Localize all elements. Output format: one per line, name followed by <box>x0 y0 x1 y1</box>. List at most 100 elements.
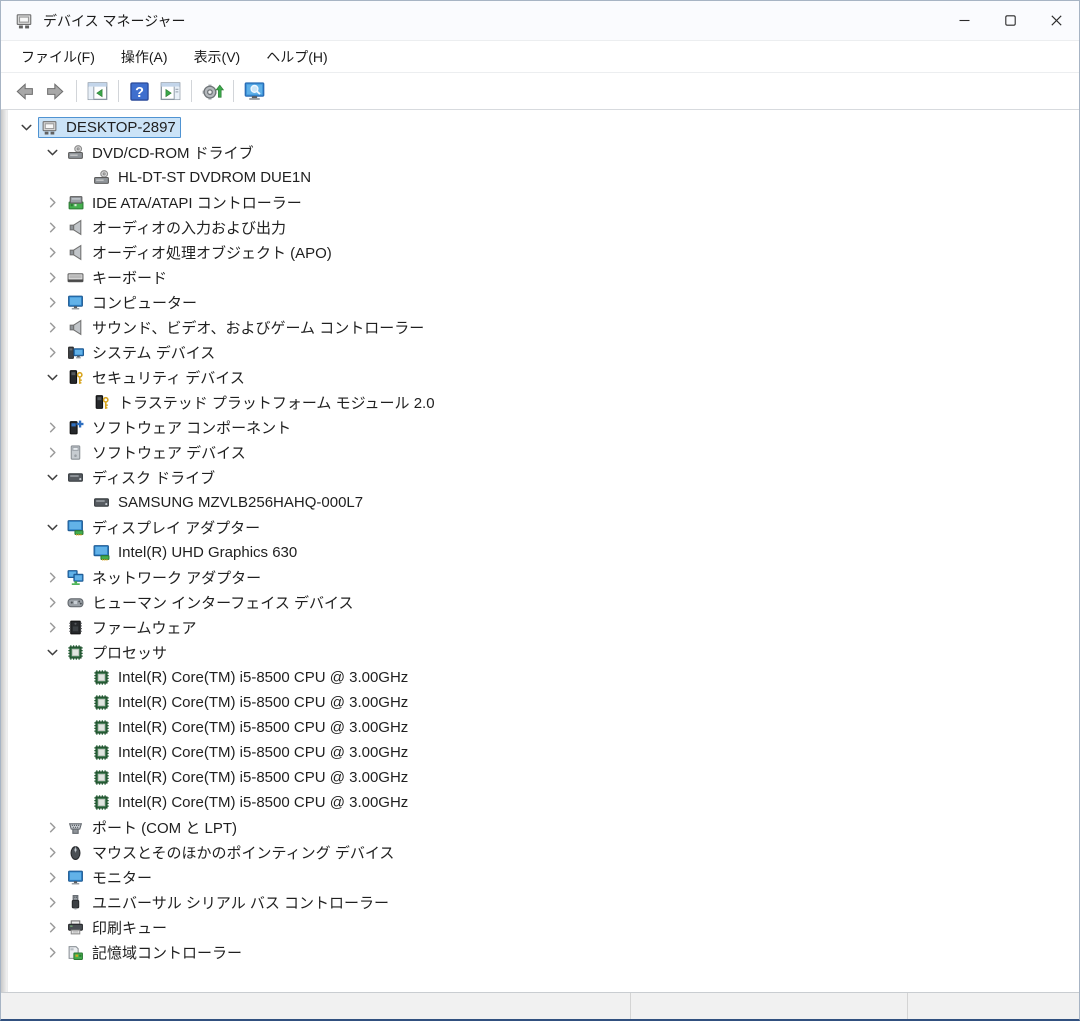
action-pane-toggle-button[interactable] <box>155 78 186 105</box>
tree-item-cpu-2[interactable]: Intel(R) Core(TM) i5-8500 CPU @ 3.00GHz <box>8 690 1079 715</box>
tree-item-label[interactable]: システム デバイス <box>92 342 215 363</box>
tree-item-label[interactable]: ディスク ドライブ <box>92 467 215 488</box>
tree-item-software-devices[interactable]: ソフトウェア デバイス <box>8 440 1079 465</box>
tree-item-dvd-cd-rom-drives[interactable]: DVD/CD-ROM ドライブ <box>8 140 1079 165</box>
tree-item-label[interactable]: ヒューマン インターフェイス デバイス <box>92 592 354 613</box>
chevron-down-icon[interactable] <box>40 645 64 660</box>
menu-view[interactable]: 表示(V) <box>184 42 251 72</box>
tree-item-security-devices[interactable]: セキュリティ デバイス <box>8 365 1079 390</box>
tree-item-mice-pointing-devices[interactable]: マウスとそのほかのポインティング デバイス <box>8 840 1079 865</box>
tree-item-label[interactable]: オーディオ処理オブジェクト (APO) <box>92 242 332 263</box>
tree-item-label[interactable]: Intel(R) Core(TM) i5-8500 CPU @ 3.00GHz <box>118 769 408 786</box>
tree-item-system-devices[interactable]: システム デバイス <box>8 340 1079 365</box>
search-devices-button[interactable] <box>239 78 270 105</box>
tree-item-label[interactable]: セキュリティ デバイス <box>92 367 245 388</box>
chevron-right-icon[interactable] <box>40 320 64 335</box>
close-button[interactable] <box>1033 1 1079 40</box>
tree-item-monitors[interactable]: モニター <box>8 865 1079 890</box>
tree-item-desktop-2897[interactable]: DESKTOP-2897 <box>8 115 1079 140</box>
scan-hardware-changes-button[interactable] <box>197 78 228 105</box>
tree-item-label[interactable]: オーディオの入力および出力 <box>92 217 286 238</box>
chevron-right-icon[interactable] <box>40 420 64 435</box>
minimize-button[interactable] <box>941 1 987 40</box>
tree-item-usb-controllers[interactable]: ユニバーサル シリアル バス コントローラー <box>8 890 1079 915</box>
chevron-right-icon[interactable] <box>40 270 64 285</box>
chevron-right-icon[interactable] <box>40 445 64 460</box>
title-bar[interactable]: デバイス マネージャー <box>1 1 1079 41</box>
tree-item-software-components[interactable]: ソフトウェア コンポーネント <box>8 415 1079 440</box>
tree-item-audio-processing-objects[interactable]: オーディオ処理オブジェクト (APO) <box>8 240 1079 265</box>
tree-item-label[interactable]: トラステッド プラットフォーム モジュール 2.0 <box>118 392 435 413</box>
tree-item-print-queues[interactable]: 印刷キュー <box>8 915 1079 940</box>
tree-item-label[interactable]: コンピューター <box>92 292 197 313</box>
tree-item-label[interactable]: ユニバーサル シリアル バス コントローラー <box>92 892 389 913</box>
menu-help[interactable]: ヘルプ(H) <box>256 42 337 72</box>
tree-item-cpu-5[interactable]: Intel(R) Core(TM) i5-8500 CPU @ 3.00GHz <box>8 765 1079 790</box>
tree-item-label[interactable]: キーボード <box>92 267 167 288</box>
tree-item-ports-com-lpt[interactable]: ポート (COM と LPT) <box>8 815 1079 840</box>
tree-item-label[interactable]: 印刷キュー <box>92 917 167 938</box>
tree-item-keyboards[interactable]: キーボード <box>8 265 1079 290</box>
chevron-down-icon[interactable] <box>40 145 64 160</box>
chevron-right-icon[interactable] <box>40 895 64 910</box>
tree-item-label[interactable]: Intel(R) Core(TM) i5-8500 CPU @ 3.00GHz <box>118 669 408 686</box>
chevron-right-icon[interactable] <box>40 220 64 235</box>
tree-item-label[interactable]: DVD/CD-ROM ドライブ <box>92 142 254 163</box>
chevron-right-icon[interactable] <box>40 820 64 835</box>
chevron-right-icon[interactable] <box>40 945 64 960</box>
chevron-right-icon[interactable] <box>40 870 64 885</box>
tree-item-label[interactable]: ネットワーク アダプター <box>92 567 261 588</box>
chevron-right-icon[interactable] <box>40 245 64 260</box>
tree-item-disk-drives[interactable]: ディスク ドライブ <box>8 465 1079 490</box>
chevron-right-icon[interactable] <box>40 295 64 310</box>
chevron-right-icon[interactable] <box>40 620 64 635</box>
tree-item-cpu-1[interactable]: Intel(R) Core(TM) i5-8500 CPU @ 3.00GHz <box>8 665 1079 690</box>
forward-button[interactable] <box>40 78 71 105</box>
tree-item-label[interactable]: IDE ATA/ATAPI コントローラー <box>92 192 302 213</box>
tree-item-sound-video-game-controllers[interactable]: サウンド、ビデオ、およびゲーム コントローラー <box>8 315 1079 340</box>
tree-item-hl-dt-st-dvdrom-due1n[interactable]: HL-DT-ST DVDROM DUE1N <box>8 165 1079 190</box>
chevron-right-icon[interactable] <box>40 195 64 210</box>
tree-item-label[interactable]: Intel(R) Core(TM) i5-8500 CPU @ 3.00GHz <box>118 794 408 811</box>
tree-item-label[interactable]: マウスとそのほかのポインティング デバイス <box>92 842 394 863</box>
chevron-down-icon[interactable] <box>40 520 64 535</box>
tree-item-label[interactable]: Intel(R) Core(TM) i5-8500 CPU @ 3.00GHz <box>118 744 408 761</box>
tree-item-cpu-6[interactable]: Intel(R) Core(TM) i5-8500 CPU @ 3.00GHz <box>8 790 1079 815</box>
chevron-right-icon[interactable] <box>40 595 64 610</box>
tree-item-computers[interactable]: コンピューター <box>8 290 1079 315</box>
tree-item-ide-ata-atapi-controllers[interactable]: IDE ATA/ATAPI コントローラー <box>8 190 1079 215</box>
tree-item-label[interactable]: SAMSUNG MZVLB256HAHQ-000L7 <box>118 494 363 511</box>
tree-item-storage-controllers[interactable]: 記憶域コントローラー <box>8 940 1079 965</box>
chevron-right-icon[interactable] <box>40 570 64 585</box>
help-button[interactable]: ? <box>124 78 155 105</box>
tree-item-tpm-2-0[interactable]: トラステッド プラットフォーム モジュール 2.0 <box>8 390 1079 415</box>
tree-item-label[interactable]: ソフトウェア コンポーネント <box>92 417 291 438</box>
back-button[interactable] <box>9 78 40 105</box>
tree-item-label[interactable]: モニター <box>92 867 152 888</box>
tree-item-label[interactable]: ソフトウェア デバイス <box>92 442 246 463</box>
chevron-right-icon[interactable] <box>40 845 64 860</box>
chevron-down-icon[interactable] <box>40 470 64 485</box>
chevron-right-icon[interactable] <box>40 345 64 360</box>
tree-item-network-adapters[interactable]: ネットワーク アダプター <box>8 565 1079 590</box>
tree-item-audio-inputs-outputs[interactable]: オーディオの入力および出力 <box>8 215 1079 240</box>
menu-action[interactable]: 操作(A) <box>111 42 178 72</box>
tree-item-label[interactable]: ポート (COM と LPT) <box>92 817 237 838</box>
chevron-down-icon[interactable] <box>40 370 64 385</box>
tree-item-label[interactable]: Intel(R) Core(TM) i5-8500 CPU @ 3.00GHz <box>118 694 408 711</box>
tree-item-label[interactable]: ファームウェア <box>92 617 197 638</box>
tree-item-label[interactable]: ディスプレイ アダプター <box>92 517 260 538</box>
tree-item-label[interactable]: 記憶域コントローラー <box>92 942 242 963</box>
tree-item-display-adapters[interactable]: ディスプレイ アダプター <box>8 515 1079 540</box>
tree-item-label[interactable]: Intel(R) UHD Graphics 630 <box>118 544 297 561</box>
tree-item-label[interactable]: HL-DT-ST DVDROM DUE1N <box>118 169 311 186</box>
chevron-down-icon[interactable] <box>14 120 38 135</box>
tree-item-intel-uhd-graphics-630[interactable]: Intel(R) UHD Graphics 630 <box>8 540 1079 565</box>
menu-file[interactable]: ファイル(F) <box>11 42 105 72</box>
tree-item-cpu-3[interactable]: Intel(R) Core(TM) i5-8500 CPU @ 3.00GHz <box>8 715 1079 740</box>
tree-item-label[interactable]: サウンド、ビデオ、およびゲーム コントローラー <box>92 317 424 338</box>
tree-item-human-interface-devices[interactable]: ヒューマン インターフェイス デバイス <box>8 590 1079 615</box>
tree-item-cpu-4[interactable]: Intel(R) Core(TM) i5-8500 CPU @ 3.00GHz <box>8 740 1079 765</box>
chevron-right-icon[interactable] <box>40 920 64 935</box>
tree-item-firmware[interactable]: ファームウェア <box>8 615 1079 640</box>
